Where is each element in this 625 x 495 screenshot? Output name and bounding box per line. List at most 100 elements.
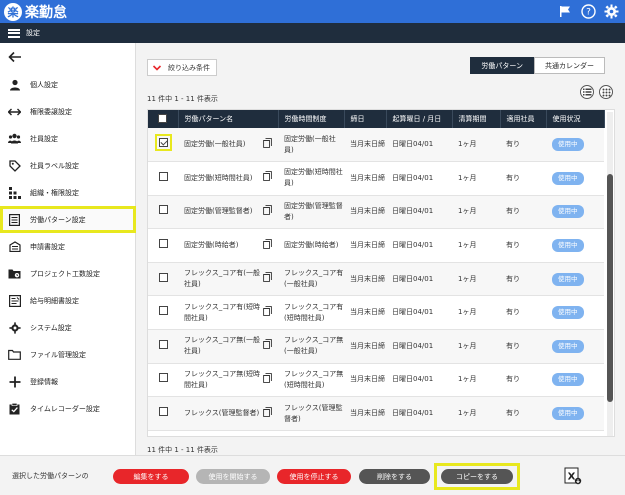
org-tree-icon bbox=[8, 186, 21, 199]
table-row[interactable]: フレックス(管理監督者) フレックス(管理監督者) 当月末日締 日曜日04/01 1ヶ月… bbox=[148, 396, 604, 431]
pattern-name-cell[interactable]: フレックス_コア有(短時間社員) bbox=[178, 295, 278, 331]
applied-employees-cell: 有り bbox=[500, 161, 546, 196]
row-checkbox[interactable] bbox=[158, 306, 168, 316]
row-checkbox[interactable] bbox=[158, 407, 168, 417]
tab-common-calendar[interactable]: 共通カレンダー bbox=[534, 57, 605, 74]
sidebar-item[interactable]: 社員設定 bbox=[0, 125, 136, 152]
pattern-name-cell[interactable]: 固定労働(時給者) bbox=[178, 228, 278, 263]
table-row[interactable]: 固定労働(一般社員) 固定労働(一般社員) 当月末日締 日曜日04/01 1ヶ月 有り 使用… bbox=[148, 128, 604, 163]
table-row[interactable]: フレックス_コア無(短時間社員) フレックス_コア無(短時間社員) 当月末日締 日曜日… bbox=[148, 363, 604, 398]
status-badge: 使用中 bbox=[552, 272, 584, 286]
copy-icon[interactable] bbox=[263, 305, 272, 320]
copy-icon[interactable] bbox=[263, 171, 272, 185]
grid-view-icon[interactable] bbox=[599, 85, 613, 99]
copy-icon[interactable] bbox=[263, 137, 272, 152]
table-row[interactable]: フレックス_コア無(一般社員) フレックス_コア無(一般社員) 当月末日締 日曜日04… bbox=[148, 329, 604, 364]
col-header-system[interactable]: 労働時間制度 bbox=[278, 110, 345, 128]
back-arrow-icon[interactable] bbox=[8, 51, 22, 63]
table-row[interactable]: 固定労働(管理監督者) 固定労働(管理監督者) 当月末日締 日曜日04/01 1ヶ月 有り… bbox=[148, 195, 604, 230]
table-row[interactable]: 固定労働(短時間社員) 固定労働(短時間社員) 当月末日締 日曜日04/01 1ヶ月 有り… bbox=[148, 161, 604, 196]
sidebar-item[interactable]: タイムレコーダー設定 bbox=[0, 395, 136, 422]
copy-icon[interactable] bbox=[263, 205, 272, 219]
copy-icon[interactable] bbox=[263, 238, 272, 253]
sidebar-item[interactable]: システム設定 bbox=[0, 314, 136, 341]
table-row[interactable]: フレックス_コア有(一般社員) フレックス_コア有(一般社員) 当月末日締 日曜日04… bbox=[148, 262, 604, 297]
tab-work-pattern[interactable]: 労働パターン bbox=[470, 57, 534, 74]
pattern-name-cell[interactable]: フレックス_コア無(短時間社員) bbox=[178, 363, 278, 398]
row-checkbox[interactable] bbox=[158, 272, 168, 282]
row-checkbox[interactable] bbox=[158, 239, 168, 249]
copy-icon[interactable] bbox=[263, 406, 272, 421]
col-header-status[interactable]: 使用状況 bbox=[546, 110, 605, 128]
select-all-header bbox=[148, 110, 179, 128]
row-checkbox[interactable] bbox=[158, 171, 168, 181]
sidebar-item[interactable]: 社員ラベル設定 bbox=[0, 152, 136, 179]
copy-icon[interactable] bbox=[263, 339, 272, 353]
flag-icon[interactable] bbox=[557, 3, 573, 19]
sidebar-item-label: 給与明細書設定 bbox=[30, 296, 79, 305]
scrollbar-thumb[interactable] bbox=[607, 174, 613, 402]
start-use-button-label: 使用を開始する bbox=[208, 472, 258, 481]
excel-export-icon[interactable]: X bbox=[564, 467, 582, 485]
app-logo[interactable]: 楽 楽勤怠 bbox=[4, 2, 67, 22]
col-header-close[interactable]: 締日 bbox=[344, 110, 387, 128]
list-view-icon[interactable] bbox=[580, 85, 594, 99]
pattern-name[interactable]: 固定労働(一般社員) bbox=[184, 139, 245, 150]
person-icon bbox=[8, 78, 21, 91]
stop-use-button[interactable]: 使用を停止する bbox=[277, 469, 351, 484]
row-checkbox[interactable] bbox=[154, 134, 172, 152]
pattern-name[interactable]: フレックス_コア無(短時間社員) bbox=[184, 369, 263, 391]
start-use-button[interactable]: 使用を開始する bbox=[196, 469, 270, 484]
sidebar-item[interactable]: 給与明細書設定 bbox=[0, 287, 136, 314]
pattern-name-cell[interactable]: フレックス_コア無(一般社員) bbox=[178, 329, 278, 364]
sidebar-item[interactable]: 登録情報 bbox=[0, 368, 136, 395]
applied-employees-cell: 有り bbox=[500, 396, 546, 431]
delete-button[interactable]: 削除をする bbox=[359, 469, 430, 484]
usage-status-cell: 使用中 bbox=[546, 262, 604, 297]
pattern-name[interactable]: フレックス_コア有(短時間社員) bbox=[184, 302, 263, 324]
gear-icon[interactable] bbox=[603, 3, 619, 19]
pattern-name-cell[interactable]: 固定労働(一般社員) bbox=[178, 128, 278, 163]
delete-button-label: 削除をする bbox=[377, 472, 412, 481]
sidebar-item[interactable]: 権限委譲設定 bbox=[0, 98, 136, 125]
pattern-name[interactable]: 固定労働(管理監督者) bbox=[184, 206, 252, 217]
edit-button[interactable]: 編集をする bbox=[113, 469, 189, 484]
row-checkbox[interactable] bbox=[158, 339, 168, 349]
col-header-period[interactable]: 清算期間 bbox=[452, 110, 501, 128]
pattern-name-cell[interactable]: 固定労働(短時間社員) bbox=[178, 161, 278, 196]
sidebar-item[interactable]: 申請書設定 bbox=[0, 233, 136, 260]
pattern-name[interactable]: フレックス_コア無(一般社員) bbox=[184, 335, 263, 357]
sidebar-item[interactable]: 組織・権限設定 bbox=[0, 179, 136, 206]
row-checkbox[interactable] bbox=[158, 373, 168, 383]
pattern-name-cell[interactable]: 固定労働(管理監督者) bbox=[178, 195, 278, 230]
sidebar-item[interactable]: ファイル管理設定 bbox=[0, 341, 136, 368]
pattern-name[interactable]: 固定労働(短時間社員) bbox=[184, 173, 252, 184]
pattern-name[interactable]: 固定労働(時給者) bbox=[184, 240, 238, 251]
col-header-applied[interactable]: 適用社員 bbox=[500, 110, 547, 128]
usage-status-cell: 使用中 bbox=[546, 195, 604, 230]
copy-icon[interactable] bbox=[263, 373, 272, 387]
applied-employees-cell: 有り bbox=[500, 329, 546, 364]
copy-icon[interactable] bbox=[263, 272, 272, 286]
sidebar-item[interactable]: プロジェクト工数設定 bbox=[0, 260, 136, 287]
pattern-name-cell[interactable]: フレックス_コア有(一般社員) bbox=[178, 262, 278, 297]
table-row[interactable]: フレックス_コア有(短時間社員) フレックス_コア有(短時間社員) 当月末日締 日曜日… bbox=[148, 295, 604, 331]
pattern-name-cell[interactable]: フレックス(管理監督者) bbox=[178, 396, 278, 431]
select-all-checkbox[interactable] bbox=[158, 113, 168, 123]
table-scrollbar[interactable] bbox=[607, 112, 613, 436]
hamburger-menu-icon[interactable] bbox=[8, 28, 20, 38]
pattern-name[interactable]: フレックス_コア有(一般社員) bbox=[184, 268, 263, 290]
pattern-name[interactable]: フレックス(管理監督者) bbox=[184, 408, 259, 419]
work-system-cell: フレックス_コア無(短時間社員) bbox=[278, 363, 344, 398]
copy-button[interactable]: コピーをする bbox=[441, 469, 513, 484]
sidebar-item[interactable]: 労働パターン設定 bbox=[0, 206, 136, 233]
help-icon[interactable]: ? bbox=[580, 3, 596, 19]
filter-toggle-button[interactable]: 絞り込み条件 bbox=[147, 59, 217, 76]
status-badge: 使用中 bbox=[552, 239, 584, 253]
row-checkbox[interactable] bbox=[158, 205, 168, 215]
sidebar-item[interactable]: 個人設定 bbox=[0, 71, 136, 98]
settings-menu: 個人設定 権限委譲設定 社員設定 社員ラベル設定 組織・権限設定 労働パターン設定 申請書設… bbox=[0, 71, 136, 422]
col-header-name[interactable]: 労働パターン名 bbox=[178, 110, 279, 128]
table-row[interactable]: 固定労働(時給者) 固定労働(時給者) 当月末日締 日曜日04/01 1ヶ月 有り 使用中 bbox=[148, 228, 604, 263]
col-header-start[interactable]: 起算曜日 / 月日 bbox=[386, 110, 453, 128]
